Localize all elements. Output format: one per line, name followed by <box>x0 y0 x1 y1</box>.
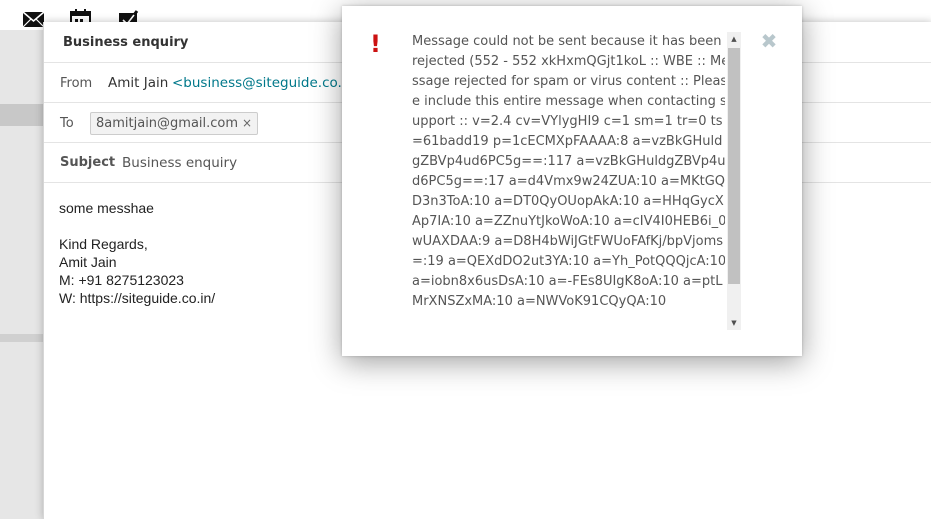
compose-title: Business enquiry <box>63 35 189 50</box>
recipient-address: 8amitjain@gmail.com <box>96 116 239 131</box>
subject-label: Subject <box>60 155 116 170</box>
subject-input[interactable]: Business enquiry <box>122 155 237 171</box>
error-message-box[interactable]: Message could not be sent because it has… <box>412 32 725 329</box>
body-line: some messhae <box>59 200 154 216</box>
body-line: Amit Jain <box>59 254 117 270</box>
error-dialog: ! Message could not be sent because it h… <box>342 6 802 356</box>
scroll-up-icon[interactable]: ▲ <box>727 32 741 46</box>
message-scrollbar[interactable]: ▲ ▼ <box>727 32 741 330</box>
body-line: M: +91 8275123023 <box>59 272 184 288</box>
from-label: From <box>60 76 93 91</box>
from-name[interactable]: Amit Jain <box>108 75 168 91</box>
body-line: Kind Regards, <box>59 236 148 252</box>
scroll-down-icon[interactable]: ▼ <box>727 316 741 330</box>
error-icon: ! <box>370 30 381 58</box>
error-message: Message could not be sent because it has… <box>412 34 725 309</box>
scrollbar-thumb[interactable] <box>728 48 740 284</box>
to-label: To <box>60 116 74 131</box>
close-icon[interactable]: ✖ <box>759 31 779 51</box>
body-line: W: https://siteguide.co.in/ <box>59 290 216 306</box>
list-divider <box>0 334 43 342</box>
body-line <box>59 217 215 235</box>
recipient-chip[interactable]: 8amitjain@gmail.com × <box>90 112 259 135</box>
background-list-pane <box>0 30 43 519</box>
list-highlight <box>0 104 43 126</box>
message-body-editor[interactable]: some messhae Kind Regards, Amit Jain M: … <box>59 199 215 307</box>
remove-recipient-icon[interactable]: × <box>242 116 252 130</box>
from-address[interactable]: <business@siteguide.co.in> <box>172 75 365 91</box>
